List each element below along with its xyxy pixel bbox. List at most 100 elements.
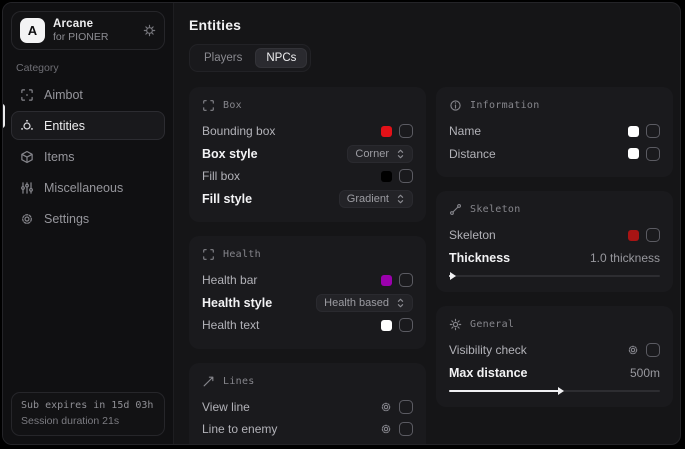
entity-type-tabs: Players NPCs	[189, 44, 311, 72]
skeleton-card: Skeleton Skeleton Thickness 1.0 thicknes…	[436, 191, 673, 292]
slider-handle[interactable]	[558, 387, 564, 395]
color-swatch[interactable]	[381, 126, 392, 137]
setting-label: Health text	[202, 318, 259, 332]
sidebar-item-label: Settings	[44, 212, 89, 226]
setting-row-box-style: Box style Corner	[202, 143, 413, 166]
sub-expires-text: Sub expires in 15d 03h	[21, 400, 155, 411]
setting-row-line-to-enemy: Line to enemy	[202, 418, 413, 441]
setting-row-distance: Distance	[449, 143, 660, 166]
setting-row-thickness: Thickness 1.0 thickness	[449, 247, 660, 270]
skeleton-checkbox[interactable]	[646, 228, 660, 242]
fill-box-checkbox[interactable]	[399, 169, 413, 183]
app-window: A Arcane for PIONER Category	[2, 2, 681, 445]
health-style-select[interactable]: Health based	[316, 294, 413, 312]
setting-label: Box style	[202, 147, 258, 161]
card-title: Information	[470, 100, 540, 111]
setting-row-name: Name	[449, 120, 660, 143]
setting-row-fill-style: Fill style Gradient	[202, 188, 413, 211]
slider-handle[interactable]	[450, 272, 456, 280]
health-bar-checkbox[interactable]	[399, 273, 413, 287]
card-title: Skeleton	[470, 204, 521, 215]
slider-fill	[449, 390, 559, 392]
app-logo: A	[20, 18, 45, 43]
select-value: Health based	[324, 297, 389, 309]
health-card-header: Health	[202, 248, 413, 261]
left-column: Box Bounding box Box style Corner	[189, 87, 426, 445]
setting-row-max-distance: Max distance 500m	[449, 362, 660, 385]
color-swatch[interactable]	[381, 171, 392, 182]
setting-row-health-text: Health text	[202, 314, 413, 337]
card-title: Health	[223, 249, 261, 260]
right-column: Information Name Distance	[436, 87, 673, 407]
setting-label: Bounding box	[202, 124, 275, 138]
thickness-slider[interactable]	[449, 272, 660, 280]
sidebar-item-entities[interactable]: Entities	[11, 111, 165, 140]
setting-label: Health style	[202, 296, 272, 310]
setting-row-visibility-check: Visibility check	[449, 339, 660, 362]
card-title: Lines	[223, 376, 255, 387]
sliders-icon	[20, 181, 34, 195]
box-card: Box Bounding box Box style Corner	[189, 87, 426, 222]
unfold-icon	[396, 298, 405, 308]
card-title: Box	[223, 100, 242, 111]
subscription-info-card: Sub expires in 15d 03h Session duration …	[11, 392, 165, 436]
setting-label: Skeleton	[449, 228, 496, 242]
crosshair-icon	[20, 88, 34, 102]
unfold-icon	[396, 194, 405, 204]
sidebar-item-label: Aimbot	[44, 88, 83, 102]
session-duration-text: Session duration 21s	[21, 415, 155, 427]
general-card: General Visibility check	[436, 306, 673, 407]
slider-track	[449, 275, 660, 277]
max-distance-value: 500m	[630, 366, 660, 380]
max-distance-slider[interactable]	[449, 387, 660, 395]
box-style-select[interactable]: Corner	[347, 145, 413, 163]
health-text-checkbox[interactable]	[399, 318, 413, 332]
setting-row-view-line: View line	[202, 396, 413, 419]
select-value: Corner	[355, 148, 389, 160]
fill-style-select[interactable]: Gradient	[339, 190, 413, 208]
thickness-value: 1.0 thickness	[590, 251, 660, 265]
sidebar-item-settings[interactable]: Settings	[11, 204, 165, 233]
sidebar-item-aimbot[interactable]: Aimbot	[11, 80, 165, 109]
setting-label: Thickness	[449, 251, 510, 265]
setting-label: Fill style	[202, 192, 252, 206]
setting-label: Visibility check	[449, 343, 527, 357]
scan-corners-icon	[202, 248, 215, 261]
tab-npcs[interactable]: NPCs	[255, 48, 307, 68]
color-swatch[interactable]	[628, 230, 639, 241]
app-subtitle: for PIONER	[53, 31, 108, 43]
tab-players[interactable]: Players	[193, 48, 253, 68]
page-title: Entities	[189, 17, 673, 33]
sidebar-item-items[interactable]: Items	[11, 142, 165, 171]
color-swatch[interactable]	[628, 148, 639, 159]
color-swatch[interactable]	[381, 320, 392, 331]
setting-label: Distance	[449, 147, 496, 161]
visibility-check-settings-gear-icon[interactable]	[627, 344, 639, 356]
line-to-enemy-checkbox[interactable]	[399, 422, 413, 436]
header-gear-icon[interactable]	[143, 24, 156, 37]
sidebar-item-miscellaneous[interactable]: Miscellaneous	[11, 173, 165, 202]
entities-icon	[20, 119, 34, 133]
information-card: Information Name Distance	[436, 87, 673, 177]
category-label: Category	[16, 62, 173, 74]
color-swatch[interactable]	[381, 275, 392, 286]
setting-row-bounding-box: Bounding box	[202, 120, 413, 143]
slider-fill	[449, 275, 451, 277]
sidebar-nav: Aimbot Entities	[3, 80, 173, 233]
view-line-settings-gear-icon[interactable]	[380, 401, 392, 413]
color-swatch[interactable]	[628, 126, 639, 137]
name-checkbox[interactable]	[646, 124, 660, 138]
cube-icon	[20, 150, 34, 164]
bounding-box-checkbox[interactable]	[399, 124, 413, 138]
distance-checkbox[interactable]	[646, 147, 660, 161]
diagonal-line-icon	[202, 375, 215, 388]
active-item-marker	[2, 104, 5, 128]
visibility-check-checkbox[interactable]	[646, 343, 660, 357]
box-card-header: Box	[202, 99, 413, 112]
sidebar-item-label: Items	[44, 150, 75, 164]
app-name: Arcane	[53, 18, 108, 30]
view-line-checkbox[interactable]	[399, 400, 413, 414]
line-to-enemy-settings-gear-icon[interactable]	[380, 423, 392, 435]
bone-icon	[449, 203, 462, 216]
sidebar-item-label: Entities	[44, 119, 85, 133]
